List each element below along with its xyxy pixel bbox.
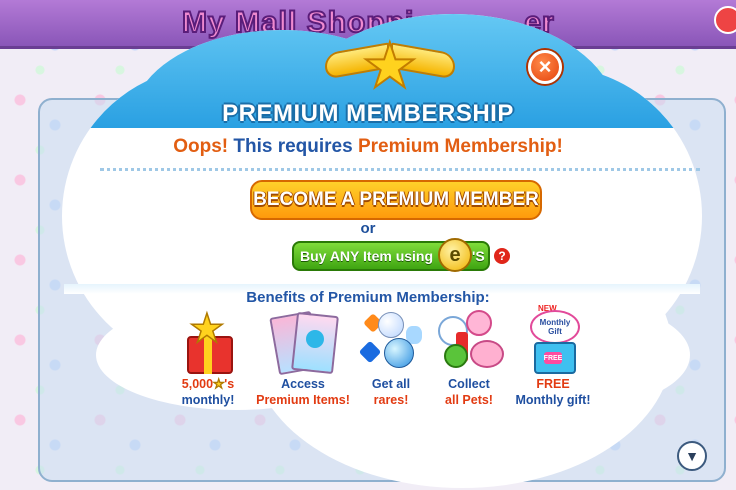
- benefit-item: NEW Monthly Gift FREE FREE Monthly gift!: [498, 304, 608, 408]
- ecoin-icon: e: [438, 238, 472, 272]
- benefit-item: ★ 5,000★'s monthly!: [153, 306, 263, 408]
- requires-text: This requires: [228, 136, 358, 157]
- become-premium-button[interactable]: BECOME A PREMIUM MEMBER: [250, 180, 542, 220]
- close-button[interactable]: ×: [528, 50, 562, 84]
- help-icon[interactable]: ?: [494, 248, 510, 264]
- chevron-down-icon: ▼: [685, 448, 699, 464]
- scroll-down-button[interactable]: ▼: [677, 441, 707, 471]
- monthly-gift-icon: NEW Monthly Gift FREE: [518, 304, 588, 374]
- benefit-caption: FREE Monthly gift!: [515, 377, 591, 407]
- star-icon: ★: [213, 377, 225, 392]
- benefit-caption: 5,000★'s monthly!: [181, 377, 235, 407]
- close-icon: ×: [538, 54, 552, 79]
- requires-premium-message: Oops! This requires Premium Membership!: [0, 136, 736, 158]
- pets-icon: [434, 308, 504, 374]
- dotted-divider: [100, 168, 700, 171]
- winged-star-icon: ★: [325, 35, 455, 99]
- magazines-icon: [268, 308, 339, 376]
- dialog-title: PREMIUM MEMBERSHIP: [222, 100, 514, 127]
- or-separator: or: [360, 220, 376, 237]
- gift-star-icon: ★: [173, 306, 243, 374]
- benefits-title: Benefits of Premium Membership:: [246, 289, 490, 306]
- premium-membership-dialog: ★ PREMIUM MEMBERSHIP × Oops! This requir…: [0, 0, 736, 490]
- premium-text: Premium Membership!: [357, 136, 563, 157]
- buy-button-suffix: 'S: [472, 248, 485, 264]
- buy-button-label: Buy ANY Item using: [300, 248, 434, 264]
- oops-text: Oops!: [173, 136, 229, 157]
